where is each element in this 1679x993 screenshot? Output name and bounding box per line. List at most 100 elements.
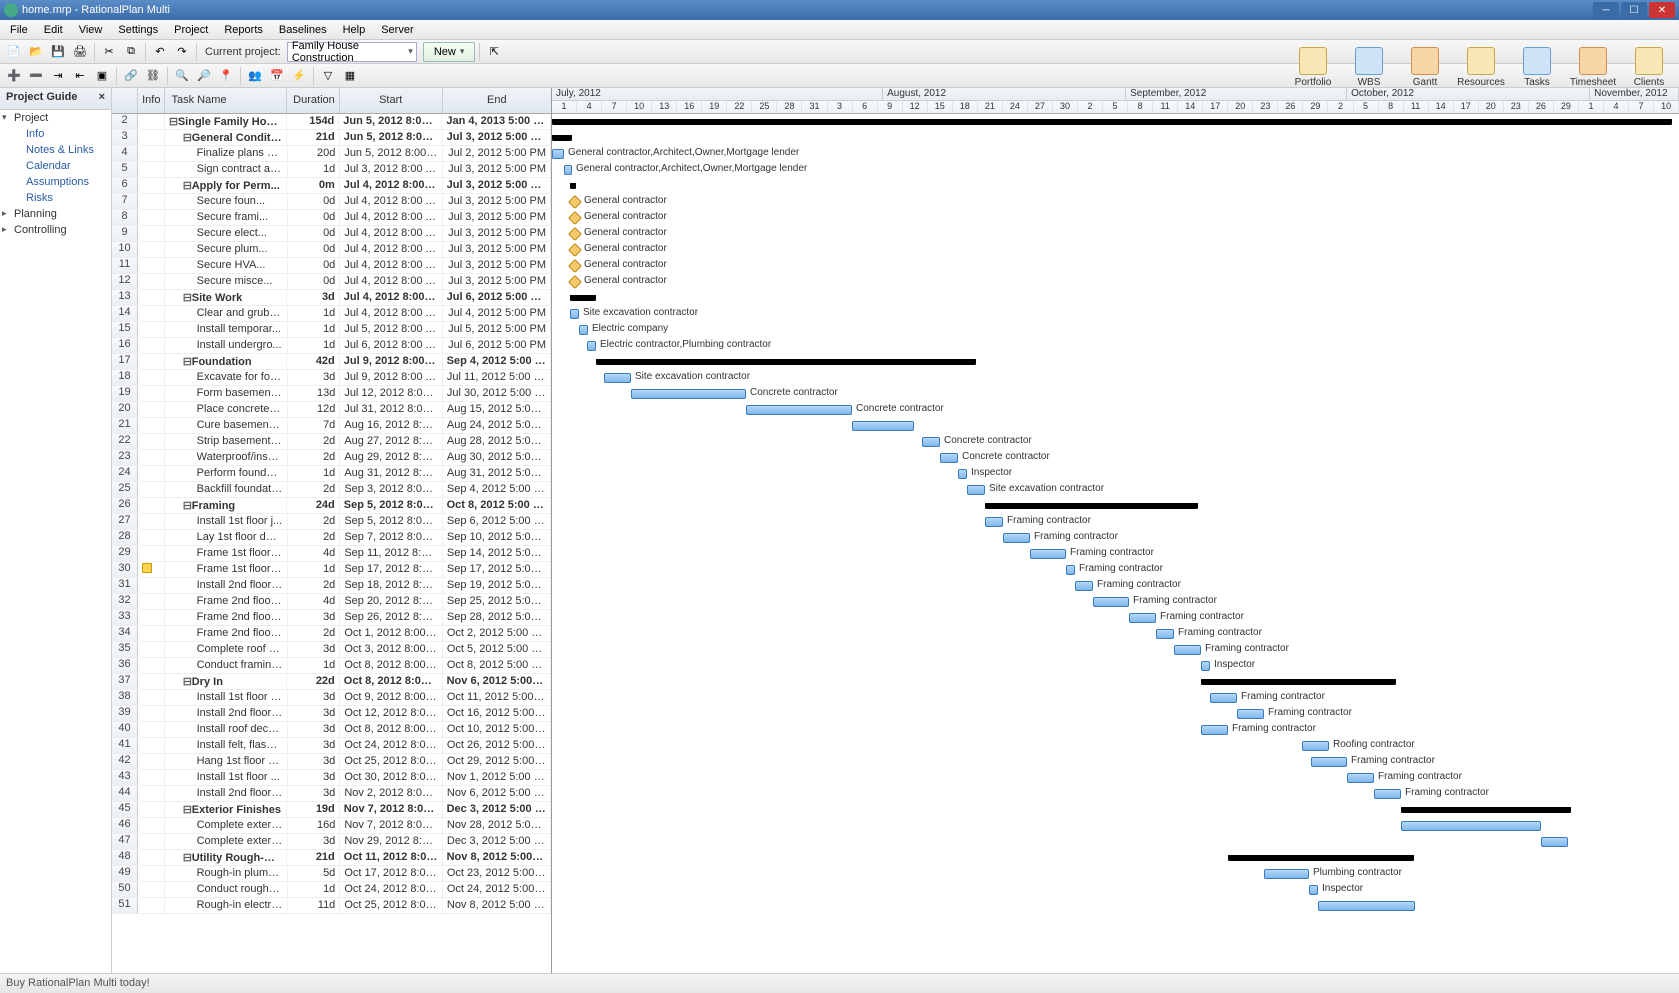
cell-start[interactable]: Sep 20, 2012 8:00 AM [340, 594, 443, 609]
cell-end[interactable]: Sep 19, 2012 5:00 PM [443, 578, 551, 593]
sidebar-sub-info[interactable]: Info [0, 126, 111, 142]
cell-start[interactable]: Jul 4, 2012 8:00 AM [340, 306, 443, 321]
cell-start[interactable]: Oct 30, 2012 8:00 AM [340, 770, 443, 785]
table-row[interactable]: 37⊟Dry In22dOct 8, 2012 8:00 AMNov 6, 20… [112, 674, 551, 690]
cell-end[interactable]: Oct 26, 2012 5:00 PM [443, 738, 551, 753]
cell-start[interactable]: Oct 24, 2012 8:00 AM [340, 882, 443, 897]
cell-dur[interactable]: 42d [287, 354, 340, 369]
cell-start[interactable]: Aug 27, 2012 8:00 AM [340, 434, 443, 449]
cell-end[interactable]: Sep 14, 2012 5:00 PM [443, 546, 551, 561]
cell-dur[interactable]: 0d [288, 274, 341, 289]
gantt-bar[interactable] [570, 309, 579, 319]
cell-start[interactable]: Oct 12, 2012 8:00 AM [340, 706, 443, 721]
cell-end[interactable]: Jul 11, 2012 5:00 PM [443, 370, 551, 385]
view-gantt[interactable]: Gantt [1401, 40, 1449, 88]
redo-icon[interactable]: ↷ [172, 42, 192, 62]
cell-task-name[interactable]: Clear and grub l... [165, 306, 288, 321]
gantt-bar[interactable] [570, 183, 576, 189]
cell-end[interactable]: Dec 3, 2012 5:00 PM [443, 834, 551, 849]
cell-dur[interactable]: 0m [287, 178, 340, 193]
cell-end[interactable]: Nov 28, 2012 5:00 PM [443, 818, 551, 833]
view-wbs[interactable]: WBS [1345, 40, 1393, 88]
cell-start[interactable]: Jul 4, 2012 8:00 AM [340, 194, 443, 209]
link-tasks-icon[interactable]: 🔗 [121, 66, 141, 86]
cell-task-name[interactable]: Lay 1st floor dec... [165, 530, 288, 545]
gantt-bar[interactable] [1093, 597, 1129, 607]
cell-end[interactable]: Jul 3, 2012 5:00 PM [443, 178, 551, 193]
resources-icon[interactable]: 👥 [245, 66, 265, 86]
table-row[interactable]: 34Frame 2nd floor ...2dOct 1, 2012 8:00 … [112, 626, 551, 642]
table-row[interactable]: 10Secure plum...0dJul 4, 2012 8:00 AMJul… [112, 242, 551, 258]
cell-task-name[interactable]: ⊟Utility Rough-B97... [165, 850, 287, 865]
gantt-bar[interactable] [564, 165, 572, 175]
cell-start[interactable]: Jul 12, 2012 8:00 AM [340, 386, 443, 401]
cell-start[interactable]: Oct 24, 2012 8:00 AM [340, 738, 443, 753]
cell-end[interactable]: Jul 3, 2012 5:00 PM [443, 274, 551, 289]
table-row[interactable]: 50Conduct rough-i...1dOct 24, 2012 8:00 … [112, 882, 551, 898]
table-row[interactable]: 35Complete roof fr...3dOct 3, 2012 8:00 … [112, 642, 551, 658]
cell-task-name[interactable]: Install 2nd floor ... [165, 786, 288, 801]
cell-start[interactable]: Jul 9, 2012 8:00 AM [340, 354, 443, 369]
cell-start[interactable]: Sep 5, 2012 8:00 AM [340, 498, 443, 513]
cell-start[interactable]: Sep 18, 2012 8:00 AM [340, 578, 443, 593]
menu-settings[interactable]: Settings [112, 22, 164, 38]
zoom-out-icon[interactable]: 🔎 [194, 66, 214, 86]
cell-end[interactable]: Oct 10, 2012 5:00 PM [443, 722, 551, 737]
menu-edit[interactable]: Edit [38, 22, 69, 38]
view-resources[interactable]: Resources [1457, 40, 1505, 88]
table-row[interactable]: 51Rough-in electric...11dOct 25, 2012 8:… [112, 898, 551, 914]
table-row[interactable]: 18Excavate for fou...3dJul 9, 2012 8:00 … [112, 370, 551, 386]
cell-dur[interactable]: 0d [288, 258, 341, 273]
gantt-bar[interactable] [579, 325, 588, 335]
gantt-bar[interactable] [568, 243, 582, 257]
gantt-bar[interactable] [1237, 709, 1264, 719]
cell-end[interactable]: Sep 17, 2012 5:00 PM [443, 562, 551, 577]
table-row[interactable]: 13⊟Site Work3dJul 4, 2012 8:00 AMJul 6, … [112, 290, 551, 306]
zoom-in-icon[interactable]: 🔍 [172, 66, 192, 86]
view-portfolio[interactable]: Portfolio [1289, 40, 1337, 88]
cell-end[interactable]: Oct 23, 2012 5:00 PM [443, 866, 551, 881]
table-row[interactable]: 12Secure misce...0dJul 4, 2012 8:00 AMJu… [112, 274, 551, 290]
cell-task-name[interactable]: ⊟Exterior Finishes [165, 802, 287, 817]
gantt-bar[interactable] [1541, 837, 1568, 847]
cell-end[interactable]: Sep 28, 2012 5:00 PM [443, 610, 551, 625]
cell-dur[interactable]: 2d [288, 450, 341, 465]
cell-dur[interactable]: 1d [288, 306, 341, 321]
cell-task-name[interactable]: ⊟Framing [165, 498, 287, 513]
col-start[interactable]: Start [340, 88, 443, 113]
cell-end[interactable]: Sep 25, 2012 5:00 PM [443, 594, 551, 609]
table-row[interactable]: 16Install undergro...1dJul 6, 2012 8:00 … [112, 338, 551, 354]
table-row[interactable]: 41Install felt, flashi...3dOct 24, 2012 … [112, 738, 551, 754]
cell-task-name[interactable]: Conduct framing... [165, 658, 288, 673]
cell-task-name[interactable]: Install 1st floor j... [165, 514, 288, 529]
cell-start[interactable]: Oct 1, 2012 8:00 AM [340, 626, 443, 641]
undo-icon[interactable]: ↶ [150, 42, 170, 62]
cell-start[interactable]: Jul 4, 2012 8:00 AM [340, 210, 443, 225]
cell-start[interactable]: Jun 5, 2012 8:00 AM [339, 114, 442, 129]
gantt-bar[interactable] [1129, 613, 1156, 623]
table-row[interactable]: 39Install 2nd floor ...3dOct 12, 2012 8:… [112, 706, 551, 722]
cell-start[interactable]: Oct 8, 2012 8:00 AM [340, 674, 443, 689]
cell-task-name[interactable]: Complete exteri... [165, 818, 288, 833]
gantt-bar[interactable] [1401, 807, 1571, 813]
window-close-button[interactable]: ✕ [1649, 2, 1675, 18]
table-row[interactable]: 40Install roof decki...3dOct 8, 2012 8:0… [112, 722, 551, 738]
cell-start[interactable]: Nov 2, 2012 8:00 AM [340, 786, 443, 801]
cell-task-name[interactable]: ⊟Site Work [165, 290, 287, 305]
gantt-bar[interactable] [1264, 869, 1309, 879]
cell-task-name[interactable]: ⊟Single Family House - ... [165, 114, 287, 129]
cell-start[interactable]: Oct 11, 2012 8:00 AM [340, 850, 443, 865]
cell-end[interactable]: Jul 5, 2012 5:00 PM [443, 322, 551, 337]
table-row[interactable]: 30Frame 1st floor c...1dSep 17, 2012 8:0… [112, 562, 551, 578]
view-timesheet[interactable]: Timesheet [1569, 40, 1617, 88]
cell-end[interactable]: Aug 30, 2012 5:00 PM [443, 450, 551, 465]
cell-dur[interactable]: 2d [288, 578, 341, 593]
table-row[interactable]: 36Conduct framing...1dOct 8, 2012 8:00 A… [112, 658, 551, 674]
view-tasks[interactable]: Tasks [1513, 40, 1561, 88]
menu-file[interactable]: File [4, 22, 34, 38]
table-row[interactable]: 22Strip basement ...2dAug 27, 2012 8:00 … [112, 434, 551, 450]
cell-end[interactable]: Jul 3, 2012 5:00 PM [443, 242, 551, 257]
cell-end[interactable]: Oct 8, 2012 5:00 PM [443, 498, 551, 513]
cell-task-name[interactable]: Secure plum... [165, 242, 288, 257]
table-row[interactable]: 49Rough-in plumbi...5dOct 17, 2012 8:00 … [112, 866, 551, 882]
